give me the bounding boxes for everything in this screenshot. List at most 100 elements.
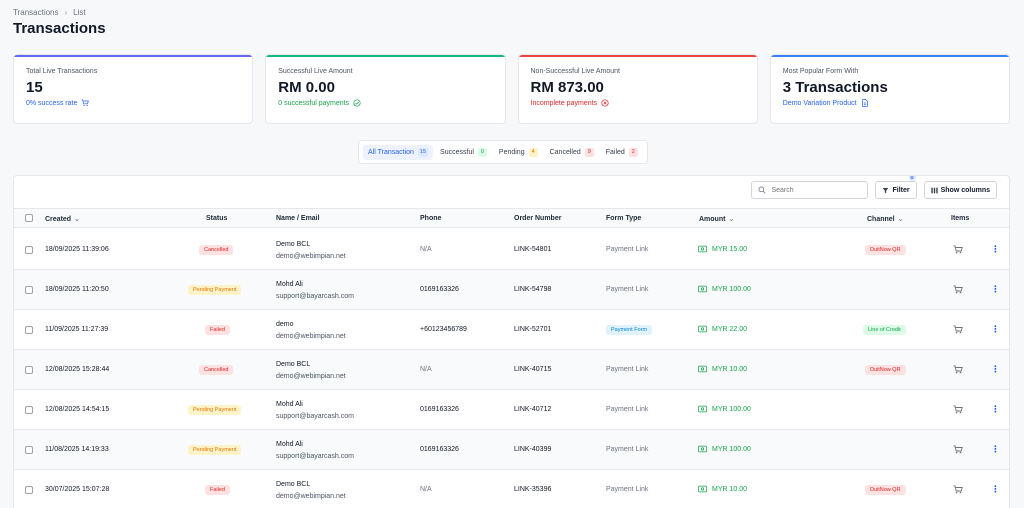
name-email: Mohd Ali support@bayarcash.com (276, 399, 354, 423)
card-value: 3 Transactions (782, 79, 888, 96)
show-columns-button[interactable]: Show columns (923, 181, 997, 199)
status-badge: Pending Payment (188, 285, 242, 295)
table-row[interactable]: 11/09/2025 11:27:39 Failed demo demo@web… (14, 310, 1009, 350)
chevron-down-icon: ⌄ (897, 216, 904, 223)
channel-badge: DuitNow QR (865, 485, 906, 495)
tab-pending[interactable]: Pending 4 (494, 145, 543, 160)
form-type: Payment Link (606, 486, 649, 493)
row-checkbox[interactable] (25, 286, 33, 294)
filter-label: Filter (892, 186, 910, 194)
created-date: 11/08/2025 14:19:33 (45, 446, 109, 453)
stat-card: Total Live Transactions 15 0% success ra… (13, 54, 254, 124)
table-row[interactable]: 12/08/2025 15:28:44 Cancelled Demo BCL d… (14, 350, 1009, 390)
tab-label: All Transaction (368, 148, 414, 156)
card-subtext: 0 successful payments (278, 99, 492, 107)
column-header-channel[interactable]: Channel ⌄ (867, 215, 904, 224)
column-header-name-email: Name / Email (276, 215, 320, 222)
column-header-phone: Phone (420, 215, 442, 222)
phone: 0169163326 (420, 446, 459, 453)
more-actions-icon[interactable]: ⋮ (991, 405, 1000, 414)
check-circle-icon (353, 99, 361, 107)
filter-button[interactable]: Filter 0 (875, 176, 917, 199)
status-badge: Failed (205, 325, 230, 335)
columns-icon (930, 187, 938, 193)
row-checkbox[interactable] (25, 366, 33, 374)
cart-icon (81, 99, 90, 107)
order-number[interactable]: LINK-54798 (514, 286, 551, 293)
table-row[interactable]: 18/09/2025 11:39:06 Cancelled Demo BCL d… (14, 230, 1009, 270)
amount: MYR 100.00 (698, 285, 751, 293)
order-number[interactable]: LINK-40712 (514, 406, 551, 413)
card-subtext: 0% success rate (26, 99, 240, 107)
breadcrumb-root[interactable]: Transactions (13, 8, 59, 17)
select-all-checkbox[interactable] (25, 214, 33, 222)
form-type: Payment Link (606, 406, 649, 413)
more-actions-icon[interactable]: ⋮ (991, 445, 1000, 454)
row-checkbox[interactable] (25, 326, 33, 334)
order-number[interactable]: LINK-52701 (514, 326, 551, 333)
tab-failed[interactable]: Failed 2 (601, 145, 643, 160)
phone: N/A (420, 486, 432, 493)
form-type: Payment Link (606, 246, 649, 253)
card-accent-bar (266, 55, 505, 57)
column-header-items: Items (951, 215, 970, 222)
stat-cards: Total Live Transactions 15 0% success ra… (13, 54, 1010, 124)
created-date: 18/09/2025 11:20:50 (45, 286, 109, 293)
chevron-down-icon: ⌄ (728, 216, 735, 223)
stat-card: Successful Live Amount RM 0.00 0 success… (265, 54, 506, 124)
order-number[interactable]: LINK-40715 (514, 366, 551, 373)
customer-email: demo@webimpian.net (276, 373, 346, 380)
row-checkbox[interactable] (25, 246, 33, 254)
cart-icon[interactable] (953, 445, 963, 454)
cart-icon[interactable] (953, 405, 963, 414)
table-header: Created ⌄ Status Name / Email Phone Order… (14, 208, 1009, 228)
row-checkbox[interactable] (25, 406, 33, 414)
card-value: 15 (26, 79, 43, 96)
cart-icon[interactable] (953, 245, 963, 254)
order-number[interactable]: LINK-35396 (514, 486, 551, 493)
search-input[interactable] (771, 186, 862, 194)
tab-count-badge: 0 (477, 147, 487, 157)
cart-icon[interactable] (953, 365, 963, 374)
order-number[interactable]: LINK-40399 (514, 446, 551, 453)
stat-card: Non-Successful Live Amount RM 873.00 Inc… (517, 54, 758, 124)
amount: MYR 100.00 (698, 405, 751, 413)
customer-name: Demo BCL (276, 241, 311, 248)
tab-cancelled[interactable]: Cancelled 9 (545, 145, 599, 160)
page-title: Transactions (13, 20, 106, 37)
created-date: 12/08/2025 14:54:15 (45, 406, 110, 413)
phone: 0169163326 (420, 286, 459, 293)
column-header-status: Status (206, 215, 228, 222)
more-actions-icon[interactable]: ⋮ (991, 325, 1000, 334)
order-number[interactable]: LINK-54801 (514, 246, 551, 253)
channel-badge: Line of Credit (863, 325, 906, 335)
table-row[interactable]: 18/09/2025 11:20:50 Pending Payment Mohd… (14, 270, 1009, 310)
table-row[interactable]: 30/07/2025 15:07:28 Failed Demo BCL demo… (14, 470, 1009, 508)
money-icon (698, 365, 707, 373)
cart-icon[interactable] (953, 285, 963, 294)
tab-successful[interactable]: Successful 0 (435, 145, 492, 160)
tab-all-transaction[interactable]: All Transaction 15 (363, 144, 434, 160)
created-date: 30/07/2025 15:07:28 (45, 486, 110, 493)
search-icon (759, 186, 766, 194)
name-email: Demo BCL demo@webimpian.net (276, 239, 346, 263)
table-row[interactable]: 12/08/2025 14:54:15 Pending Payment Mohd… (14, 390, 1009, 430)
amount: MYR 22.00 (698, 325, 747, 333)
more-actions-icon[interactable]: ⋮ (991, 285, 1000, 294)
cart-icon[interactable] (953, 485, 963, 494)
more-actions-icon[interactable]: ⋮ (991, 245, 1000, 254)
column-header-amount[interactable]: Amount ⌄ (699, 215, 735, 224)
row-checkbox[interactable] (25, 486, 33, 494)
tab-label: Cancelled (549, 148, 581, 156)
card-accent-bar (518, 55, 757, 57)
customer-email: support@bayarcash.com (276, 293, 354, 300)
more-actions-icon[interactable]: ⋮ (991, 365, 1000, 374)
column-header-created[interactable]: Created ⌄ (45, 215, 80, 224)
amount: MYR 10.00 (698, 485, 747, 493)
tab-count-badge: 9 (584, 147, 594, 157)
table-row[interactable]: 11/08/2025 14:19:33 Pending Payment Mohd… (14, 430, 1009, 470)
cart-icon[interactable] (953, 325, 963, 334)
search-box[interactable] (751, 181, 869, 199)
row-checkbox[interactable] (25, 446, 33, 454)
more-actions-icon[interactable]: ⋮ (991, 485, 1000, 494)
